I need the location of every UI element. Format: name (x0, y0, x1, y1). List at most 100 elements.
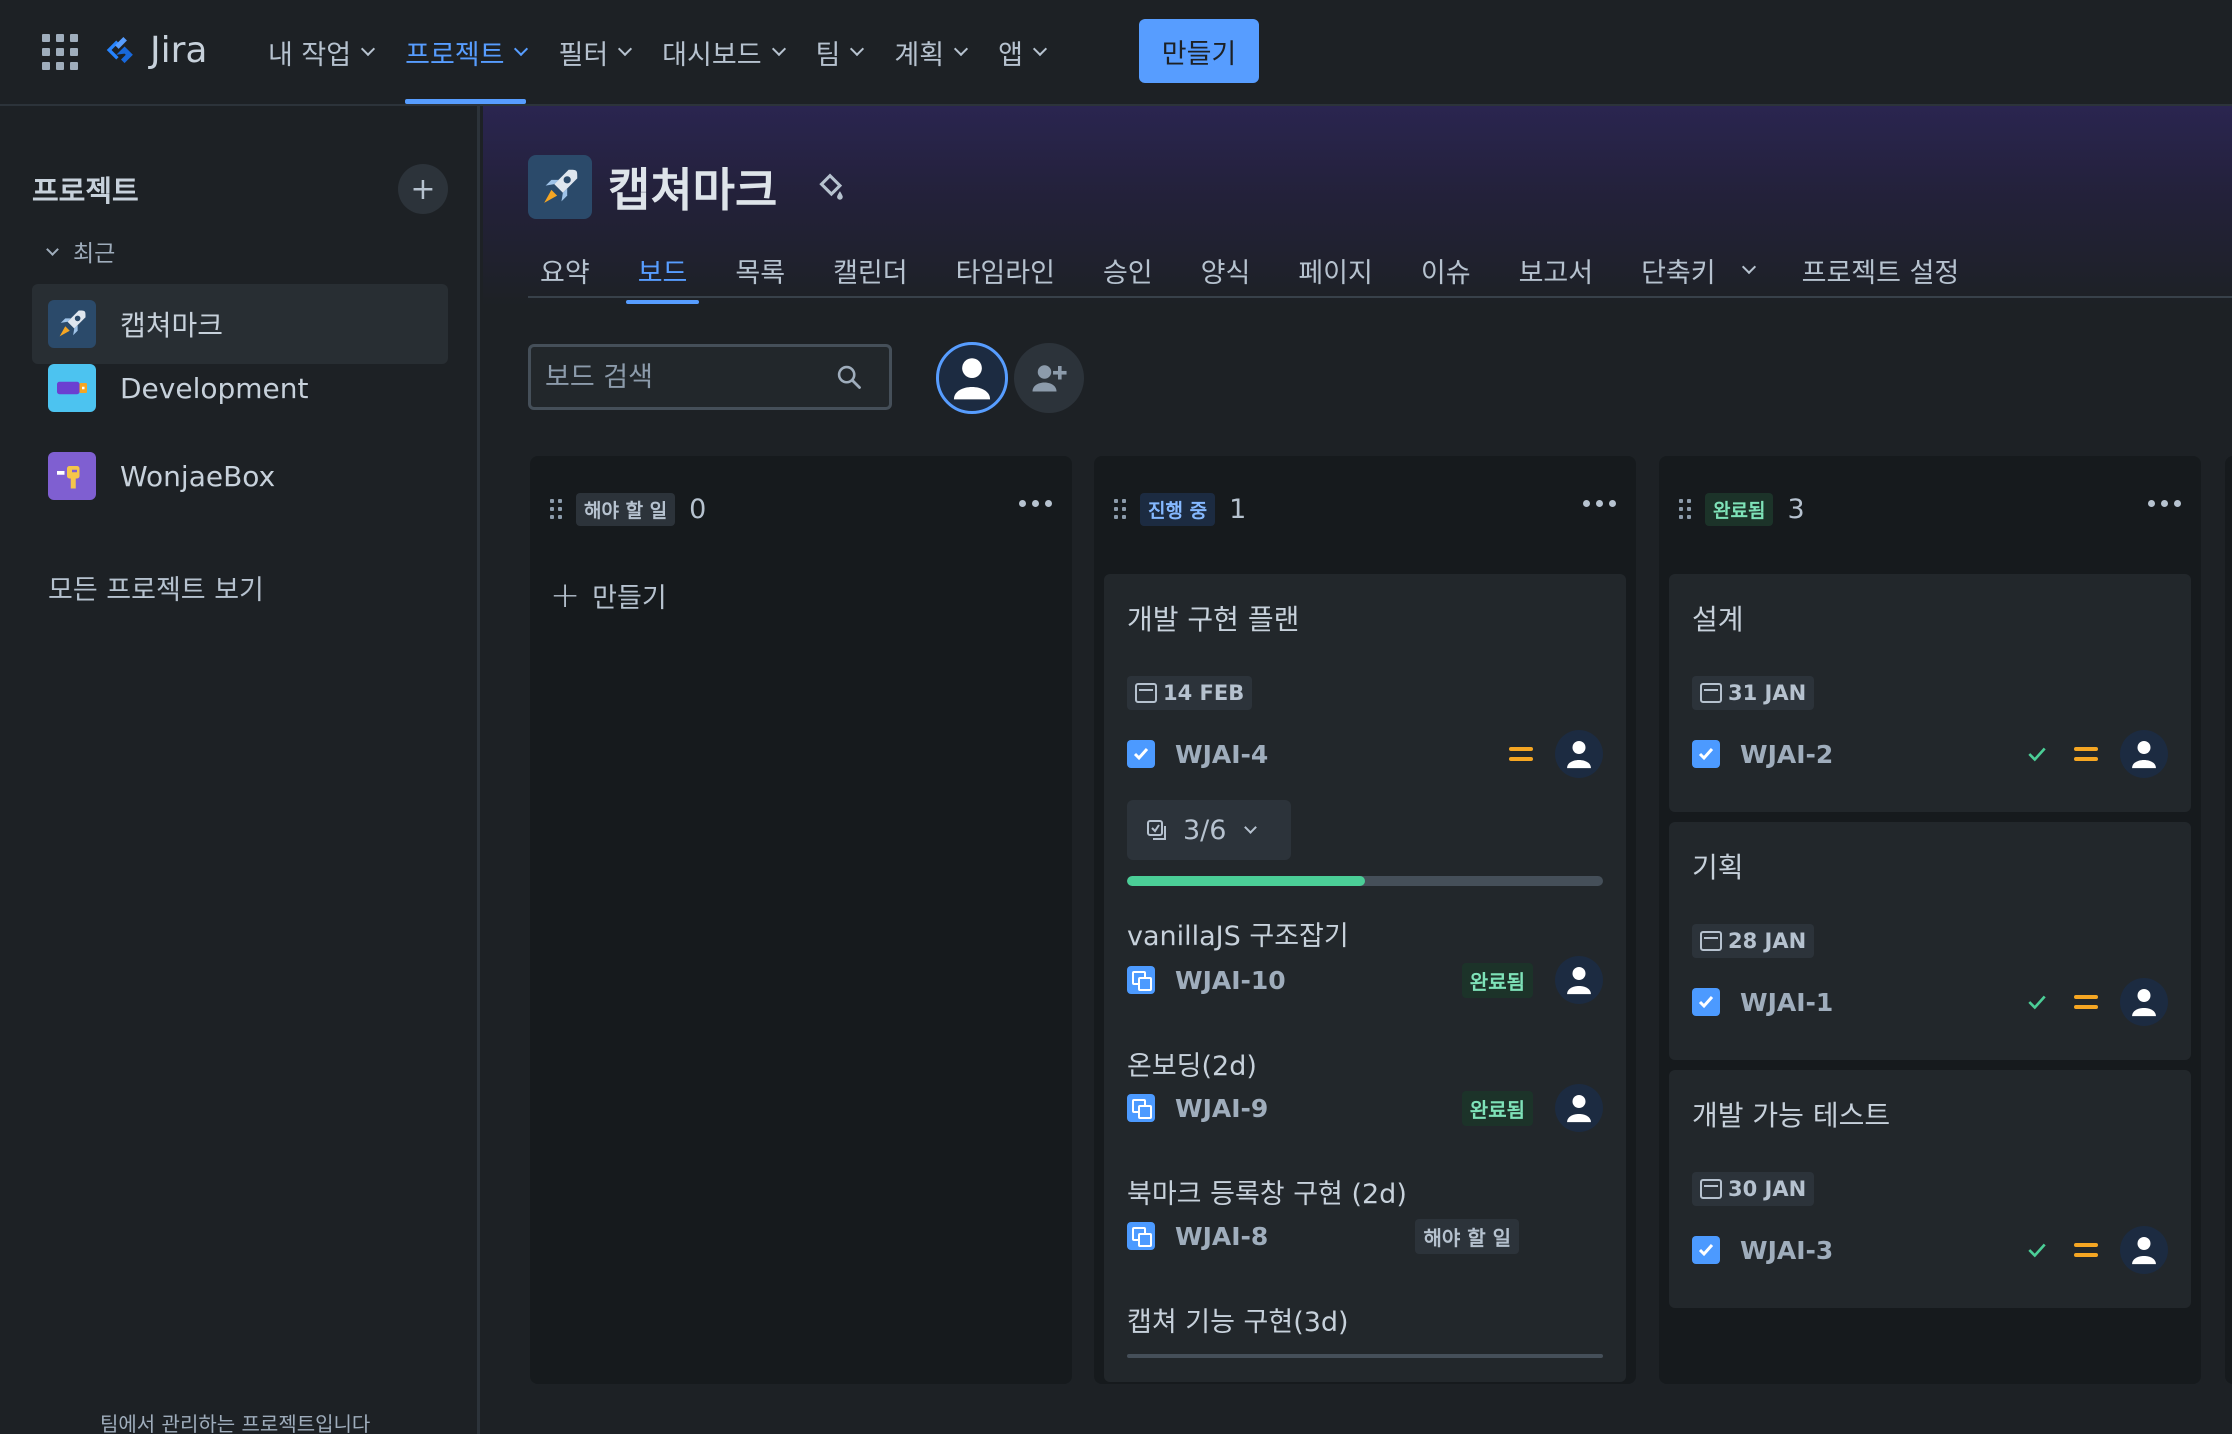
column-more-icon[interactable] (2148, 500, 2181, 507)
avatar[interactable] (936, 342, 1008, 414)
issue-card[interactable]: 개발 가능 테스트 30 JAN WJAI-3 (1669, 1070, 2191, 1308)
project-wonjaebox-icon (48, 452, 96, 500)
project-tabs: 요약 보드 목록 캘린더 타임라인 승인 양식 페이지 이슈 보고서 단축키 프… (528, 236, 1995, 304)
nav-dashboards[interactable]: 대시보드 (646, 0, 799, 104)
status-badge: 완료됨 (1461, 1090, 1533, 1126)
child-issue-row[interactable]: WJAI-8 해야 할 일 (1127, 1216, 1603, 1256)
chevron-down-icon (514, 41, 529, 57)
card-key-row: WJAI-1 (1692, 978, 2168, 1026)
subtask-icon (1127, 1222, 1155, 1250)
child-issue-title[interactable]: 온보딩(2d) (1127, 1044, 1257, 1083)
issue-key[interactable]: WJAI-10 (1175, 966, 1286, 995)
nav-apps[interactable]: 앱 (982, 0, 1061, 104)
assignee-avatar[interactable] (2120, 978, 2168, 1026)
assignee-avatar[interactable] (2120, 730, 2168, 778)
child-issue-title[interactable]: vanillaJS 구조잡기 (1127, 914, 1349, 953)
assignee-avatar[interactable] (1555, 730, 1603, 778)
drag-handle-icon[interactable] (1679, 499, 1691, 519)
nav-label: 앱 (998, 39, 1023, 71)
chevron-down-icon (618, 41, 633, 57)
due-date-badge: 30 JAN (1692, 1172, 1815, 1206)
tab-shortcuts[interactable]: 단축키 (1629, 236, 1728, 304)
issue-key[interactable]: WJAI-1 (1740, 988, 1833, 1017)
card-title: 기획 (1692, 851, 1744, 884)
board-search[interactable] (528, 344, 892, 410)
nav-teams[interactable]: 팀 (800, 0, 879, 104)
board-column-partial (2225, 456, 2232, 1384)
tab-forms[interactable]: 양식 (1189, 236, 1263, 304)
priority-medium-icon (2074, 747, 2098, 761)
add-people-button[interactable] (1014, 343, 1084, 413)
tab-pages[interactable]: 페이지 (1286, 236, 1385, 304)
view-all-projects-link[interactable]: 모든 프로젝트 보기 (48, 568, 264, 607)
child-issue-title[interactable]: 캡쳐 기능 구현(3d) (1127, 1300, 1349, 1339)
child-issue-title[interactable]: 북마크 등록창 구현 (2d) (1127, 1172, 1407, 1211)
add-project-button[interactable]: + (398, 164, 448, 214)
assignee-avatar[interactable] (2120, 1226, 2168, 1274)
assignee-avatar[interactable] (1555, 956, 1603, 1004)
nav-label: 프로젝트 (405, 39, 505, 71)
app-switcher-icon[interactable] (42, 34, 78, 70)
drag-handle-icon[interactable] (1114, 499, 1126, 519)
card-bottom-divider (1127, 1354, 1603, 1358)
column-more-icon[interactable] (1019, 500, 1052, 507)
user-icon (2132, 741, 2156, 769)
nav-projects[interactable]: 프로젝트 (389, 0, 542, 104)
drag-handle-icon[interactable] (550, 499, 562, 519)
board-column-done: 완료됨 3 설계 31 JAN WJAI-2 기획 28 JAN WJAI-1 … (1659, 456, 2201, 1384)
done-check-icon (2028, 995, 2046, 1010)
task-type-icon (1692, 740, 1720, 768)
child-issue-row[interactable]: WJAI-9 완료됨 (1127, 1084, 1603, 1132)
nav-filters[interactable]: 필터 (542, 0, 646, 104)
assignee-avatar[interactable] (1555, 1084, 1603, 1132)
tab-list[interactable]: 목록 (723, 236, 797, 304)
child-issue-row[interactable]: WJAI-10 완료됨 (1127, 956, 1603, 1004)
tab-project-settings[interactable]: 프로젝트 설정 (1790, 236, 1972, 304)
board-search-input[interactable] (545, 361, 835, 393)
recent-section-toggle[interactable]: 최근 (44, 234, 115, 268)
tab-timeline[interactable]: 타임라인 (944, 236, 1067, 304)
column-status: 해야 할 일 (576, 492, 676, 526)
issue-key[interactable]: WJAI-2 (1740, 740, 1833, 769)
nav-label: 필터 (558, 39, 609, 71)
issue-key[interactable]: WJAI-8 (1175, 1222, 1268, 1251)
tab-summary[interactable]: 요약 (528, 236, 602, 304)
issue-card[interactable]: 설계 31 JAN WJAI-2 (1669, 574, 2191, 812)
card-key-row: WJAI-3 (1692, 1226, 2168, 1274)
sidebar: 프로젝트 + 최근 캡쳐마크 Development WonjaeBox 모든 … (0, 106, 480, 1434)
due-date: 28 JAN (1728, 929, 1807, 953)
sidebar-footer-text: 팀에서 관리하는 프로젝트입니다 (100, 1412, 371, 1434)
sidebar-project-development[interactable]: Development (32, 348, 448, 428)
tab-calendar[interactable]: 캘린더 (821, 236, 920, 304)
nav-label: 내 작업 (268, 39, 352, 71)
tabs-divider (528, 296, 2232, 298)
card-title: 설계 (1692, 603, 1744, 636)
tab-issues[interactable]: 이슈 (1409, 236, 1483, 304)
progress-fill (1127, 876, 1365, 886)
add-user-icon (1032, 365, 1067, 392)
nav-my-work[interactable]: 내 작업 (252, 0, 389, 104)
issue-key[interactable]: WJAI-4 (1175, 740, 1268, 769)
due-date-badge: 28 JAN (1692, 924, 1815, 958)
child-issues-toggle[interactable]: 3/6 (1127, 800, 1291, 860)
issue-card[interactable]: 기획 28 JAN WJAI-1 (1669, 822, 2191, 1060)
create-button[interactable]: 만들기 (1139, 19, 1259, 83)
nav-plans[interactable]: 계획 (878, 0, 982, 104)
calendar-icon (1135, 683, 1157, 703)
chevron-down-icon (361, 41, 376, 57)
create-issue-button[interactable]: + 만들기 (550, 576, 667, 615)
tab-board[interactable]: 보드 (625, 236, 700, 304)
nav-label: 계획 (894, 39, 945, 71)
tabs-more-dropdown[interactable] (1728, 236, 1766, 304)
tab-approvals[interactable]: 승인 (1091, 236, 1165, 304)
issue-card[interactable]: 개발 구현 플랜 14 FEB WJAI-4 3/6 vanillaJS 구조잡… (1104, 574, 1626, 1382)
tab-reports[interactable]: 보고서 (1507, 236, 1606, 304)
issue-key[interactable]: WJAI-3 (1740, 1236, 1833, 1265)
issue-key[interactable]: WJAI-9 (1175, 1094, 1268, 1123)
child-progress-bar (1127, 876, 1603, 886)
user-icon (2132, 989, 2156, 1017)
sidebar-project-wonjaebox[interactable]: WonjaeBox (32, 436, 448, 516)
jira-logo[interactable]: Jira (102, 28, 207, 72)
paint-bucket-icon[interactable] (813, 170, 847, 204)
column-more-icon[interactable] (1583, 500, 1616, 507)
